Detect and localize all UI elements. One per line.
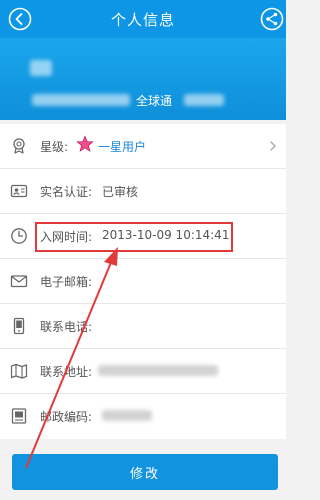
page-title: 个人信息 (110, 11, 175, 29)
medal-icon (13, 138, 25, 154)
title-bar: 个人信息 (0, 0, 286, 38)
level-label: 星级: (40, 140, 69, 154)
level-value: 一星用户 (98, 140, 147, 154)
id-card-icon (10, 184, 28, 198)
blurred-address (98, 365, 218, 376)
row-realname: 实名认证: 已审核 (0, 169, 286, 214)
phone-icon (13, 317, 25, 335)
clock-icon (11, 228, 27, 244)
row-phone[interactable]: 联系电话: (0, 304, 286, 349)
row-address[interactable]: 联系地址: (0, 349, 286, 394)
blurred-number (32, 94, 130, 106)
profile-banner: 全球通 (0, 38, 286, 120)
realname-label: 实名认证: (40, 185, 93, 199)
blurred-plan (184, 94, 224, 106)
email-label: 电子邮箱: (40, 275, 93, 289)
mail-icon (10, 275, 28, 288)
row-level[interactable]: 星级: 一星用户 (0, 124, 286, 169)
blurred-name (30, 60, 52, 76)
chevron-right-icon (270, 141, 276, 151)
map-icon (10, 363, 28, 379)
brand-label: 全球通 (136, 94, 173, 108)
star-icon (76, 135, 94, 152)
address-label: 联系地址: (40, 365, 93, 379)
row-email[interactable]: 电子邮箱: (0, 259, 286, 304)
postcode-label: 邮政编码: (40, 410, 93, 424)
realname-value: 已审核 (102, 185, 139, 199)
row-postcode[interactable]: 邮政编码: (0, 394, 286, 439)
share-icon[interactable] (260, 7, 284, 31)
modify-button-wrap: 修改 (12, 454, 278, 490)
modify-button[interactable]: 修改 (12, 454, 278, 490)
phone-label: 联系电话: (40, 320, 93, 334)
book-icon (11, 408, 27, 424)
info-list: 星级: 一星用户 实名认证: 已审核 入网时间: 2013-10-09 10:1… (0, 124, 286, 439)
blurred-postcode (102, 410, 152, 421)
annotation-highlight-box (35, 222, 233, 252)
